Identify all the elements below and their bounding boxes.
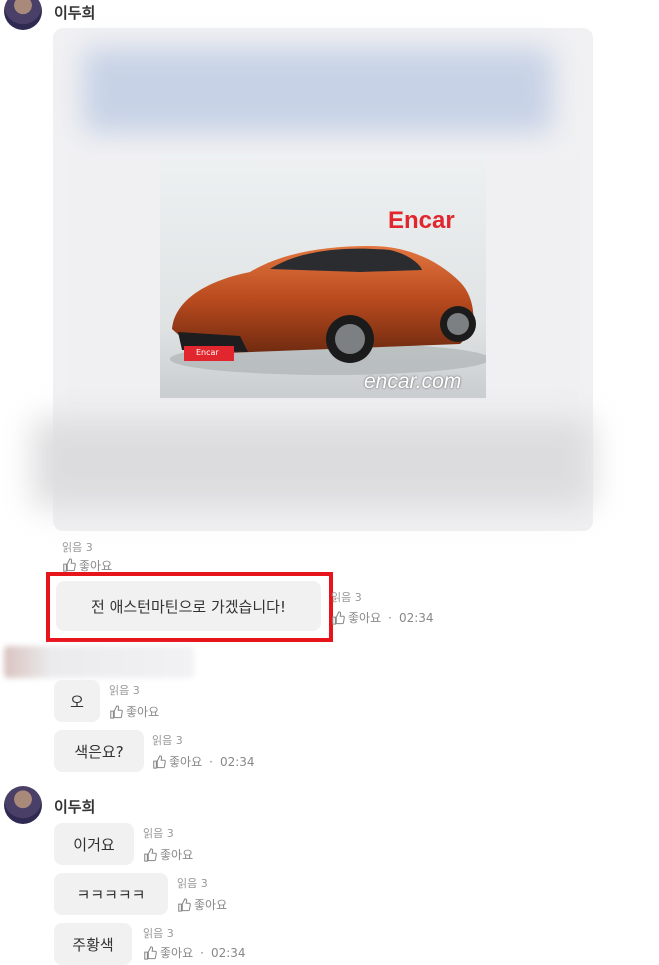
like-button[interactable]: 좋아요 [62, 558, 112, 572]
blurred-header-text [83, 48, 553, 133]
like-button[interactable]: 좋아요 · 02:34 [152, 753, 255, 770]
thumbs-up-icon [178, 897, 191, 912]
read-count: 읽음 3 [152, 734, 183, 747]
thumbs-up-icon [332, 610, 345, 625]
thumbs-up-icon [63, 558, 76, 572]
separator-dot: · [209, 754, 213, 769]
sender-name: 이두희 [54, 4, 96, 22]
read-count: 읽음 3 [143, 827, 174, 840]
blurred-body-text [33, 418, 593, 508]
like-button[interactable]: 좋아요 [177, 896, 227, 913]
thumbs-up-icon [144, 945, 157, 960]
sender-name: 이두희 [54, 798, 96, 816]
plate-text: Encar [196, 348, 219, 357]
car-image[interactable]: Encar Encar encar.com [68, 154, 578, 406]
like-label: 좋아요 [160, 946, 194, 960]
thumbs-up-icon [144, 847, 157, 862]
blurred-sender [4, 646, 194, 678]
like-label: 좋아요 [160, 848, 194, 862]
message-bubble[interactable]: ㅋㅋㅋㅋㅋ [54, 873, 168, 915]
like-button[interactable]: 좋아요 [143, 846, 193, 863]
like-button[interactable]: 좋아요 [109, 703, 159, 720]
car-illustration [170, 246, 486, 375]
read-count: 읽음 3 [331, 591, 362, 604]
message-bubble[interactable]: 오 [54, 680, 100, 722]
thumbs-up-icon [110, 704, 123, 719]
message-bubble[interactable]: 색은요? [54, 730, 144, 772]
timestamp: 02:34 [210, 945, 246, 960]
separator-dot: · [388, 610, 392, 625]
timestamp: 02:34 [219, 754, 255, 769]
read-count: 읽음 3 [177, 877, 208, 890]
read-count: 읽음 3 [109, 684, 140, 697]
shared-post-card[interactable]: Encar Encar encar.com [33, 28, 593, 531]
like-label: 좋아요 [194, 898, 228, 912]
car-photo: Encar Encar encar.com [160, 154, 486, 398]
like-button[interactable]: 좋아요 · 02:34 [331, 609, 434, 626]
message-bubble[interactable]: 전 애스턴마틴으로 가겠습니다! [56, 581, 321, 631]
read-count: 읽음 3 [62, 541, 93, 554]
avatar[interactable] [4, 786, 42, 824]
message-bubble[interactable]: 주황색 [54, 923, 132, 965]
like-button[interactable]: 좋아요 · 02:34 [143, 944, 246, 961]
like-label: 좋아요 [348, 611, 382, 625]
separator-dot: · [200, 945, 204, 960]
timestamp: 02:34 [398, 610, 434, 625]
message-bubble[interactable]: 이거요 [54, 823, 134, 865]
thumbs-up-icon [153, 754, 166, 769]
read-count: 읽음 3 [143, 927, 174, 940]
like-label: 좋아요 [79, 558, 113, 573]
like-label: 좋아요 [126, 705, 160, 719]
watermark-url: encar.com [364, 370, 462, 393]
like-label: 좋아요 [169, 755, 203, 769]
avatar[interactable] [4, 0, 42, 30]
